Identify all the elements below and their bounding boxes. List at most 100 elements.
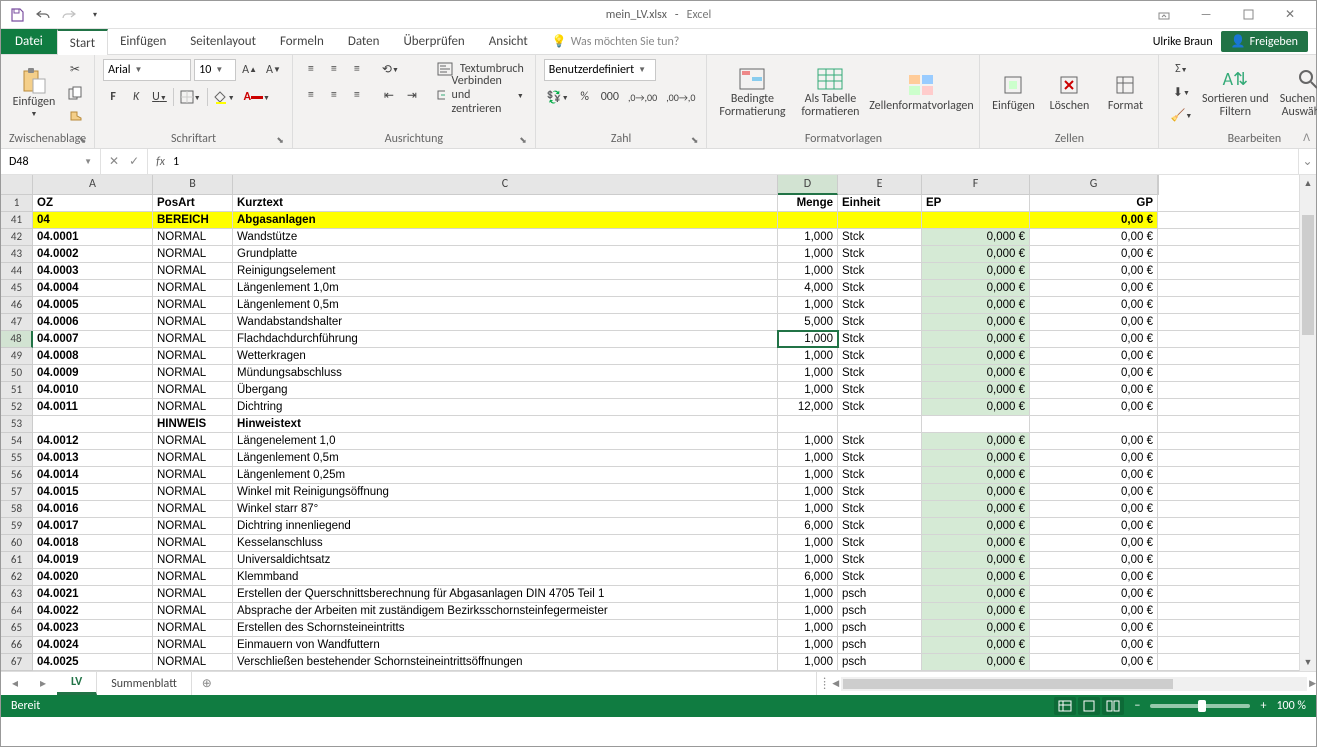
cell[interactable]: Menge xyxy=(778,195,838,211)
dialog-launcher-icon[interactable]: ⬊ xyxy=(276,135,284,146)
row-header[interactable]: 54 xyxy=(1,433,33,450)
cell[interactable]: 04.0022 xyxy=(33,603,153,619)
share-button[interactable]: 👤 Freigeben xyxy=(1221,31,1308,52)
cell[interactable]: 0,00 € xyxy=(1030,263,1158,279)
cell[interactable]: NORMAL xyxy=(153,484,233,500)
cell[interactable]: 1,000 xyxy=(778,501,838,517)
cell[interactable]: 0,000 € xyxy=(922,569,1030,585)
cell[interactable]: Wetterkragen xyxy=(233,348,778,364)
cell[interactable]: 04.0017 xyxy=(33,518,153,534)
column-header[interactable]: A xyxy=(33,175,153,195)
delete-cells-button[interactable]: Löschen xyxy=(1044,59,1094,125)
cancel-formula-icon[interactable]: ✕ xyxy=(109,154,119,169)
cell[interactable]: 04.0002 xyxy=(33,246,153,262)
cell[interactable]: Dichtring innenliegend xyxy=(233,518,778,534)
row-header[interactable]: 46 xyxy=(1,297,33,314)
cell[interactable]: 0,000 € xyxy=(922,229,1030,245)
cell[interactable]: NORMAL xyxy=(153,280,233,296)
tab-ansicht[interactable]: Ansicht xyxy=(477,29,540,54)
save-icon[interactable] xyxy=(7,5,27,25)
cell[interactable]: NORMAL xyxy=(153,246,233,262)
row-header[interactable]: 63 xyxy=(1,586,33,603)
cell[interactable]: 0,000 € xyxy=(922,348,1030,364)
cell[interactable]: 0,000 € xyxy=(922,535,1030,551)
cell[interactable]: NORMAL xyxy=(153,467,233,483)
cell[interactable]: 1,000 xyxy=(778,263,838,279)
cell[interactable]: 0,00 € xyxy=(1030,535,1158,551)
cell[interactable]: 0,00 € xyxy=(1030,314,1158,330)
cell[interactable]: psch xyxy=(838,654,922,670)
cell[interactable]: HINWEIS xyxy=(153,416,233,432)
cell[interactable]: 04.0003 xyxy=(33,263,153,279)
cell[interactable]: NORMAL xyxy=(153,450,233,466)
cell[interactable] xyxy=(33,416,153,432)
cell[interactable]: 0,00 € xyxy=(1030,467,1158,483)
redo-icon[interactable] xyxy=(59,5,79,25)
cell[interactable]: 04.0018 xyxy=(33,535,153,551)
cell[interactable]: NORMAL xyxy=(153,518,233,534)
hscroll-thumb[interactable] xyxy=(843,679,1173,689)
maximize-icon[interactable] xyxy=(1228,2,1268,28)
cell[interactable]: NORMAL xyxy=(153,620,233,636)
cell[interactable]: 0,00 € xyxy=(1030,331,1158,347)
cell[interactable]: Längenelement 1,0 xyxy=(233,433,778,449)
cell[interactable]: Wandabstandshalter xyxy=(233,314,778,330)
cell[interactable]: 04 xyxy=(33,212,153,228)
cell[interactable]: 0,00 € xyxy=(1030,620,1158,636)
tab-seitenlayout[interactable]: Seitenlayout xyxy=(178,29,268,54)
cell[interactable]: NORMAL xyxy=(153,552,233,568)
align-left-icon[interactable]: ≡ xyxy=(301,85,321,105)
cell[interactable]: 04.0005 xyxy=(33,297,153,313)
cell[interactable]: Erstellen der Querschnittsberechnung für… xyxy=(233,586,778,602)
cell[interactable]: NORMAL xyxy=(153,586,233,602)
cell[interactable]: psch xyxy=(838,586,922,602)
cell[interactable]: 0,000 € xyxy=(922,382,1030,398)
cell[interactable]: Hinweistext xyxy=(233,416,778,432)
cell[interactable]: 5,000 xyxy=(778,314,838,330)
format-cells-button[interactable]: Format xyxy=(1100,59,1150,125)
fill-icon[interactable]: ⬇ ▼ xyxy=(1167,82,1195,102)
cell[interactable]: 1,000 xyxy=(778,450,838,466)
cell[interactable]: 0,00 € xyxy=(1030,433,1158,449)
cell[interactable]: 0,000 € xyxy=(922,518,1030,534)
increase-decimal-icon[interactable]: ,0→,00 xyxy=(625,87,660,107)
cell[interactable]: Absprache der Arbeiten mit zuständigem B… xyxy=(233,603,778,619)
cell[interactable]: 04.0001 xyxy=(33,229,153,245)
cell[interactable]: NORMAL xyxy=(153,501,233,517)
cell[interactable]: 0,00 € xyxy=(1030,348,1158,364)
cell[interactable]: 0,000 € xyxy=(922,637,1030,653)
cell[interactable]: 0,000 € xyxy=(922,280,1030,296)
ribbon-options-icon[interactable] xyxy=(1144,2,1184,28)
cell[interactable]: Längenlement 0,25m xyxy=(233,467,778,483)
normal-view-icon[interactable] xyxy=(1054,697,1076,715)
cell[interactable]: Längenlement 0,5m xyxy=(233,450,778,466)
sheet-nav-prev-icon[interactable]: ◂ xyxy=(1,676,29,691)
column-header[interactable]: F xyxy=(922,175,1030,195)
cell[interactable]: 04.0011 xyxy=(33,399,153,415)
select-all-corner[interactable] xyxy=(1,175,33,195)
cell[interactable]: 0,000 € xyxy=(922,433,1030,449)
cell[interactable]: Erstellen des Schornsteineintritts xyxy=(233,620,778,636)
cell[interactable]: Klemmband xyxy=(233,569,778,585)
cell[interactable]: 0,00 € xyxy=(1030,518,1158,534)
cell[interactable]: Stck xyxy=(838,348,922,364)
cell[interactable]: NORMAL xyxy=(153,348,233,364)
cell[interactable]: Einmauern von Wandfuttern xyxy=(233,637,778,653)
zoom-in-icon[interactable]: + xyxy=(1260,699,1266,713)
cell[interactable]: Wandstütze xyxy=(233,229,778,245)
cell[interactable]: Stck xyxy=(838,399,922,415)
cell[interactable]: 1,000 xyxy=(778,365,838,381)
cell[interactable]: Mündungsabschluss xyxy=(233,365,778,381)
cell[interactable]: psch xyxy=(838,637,922,653)
cell[interactable] xyxy=(922,416,1030,432)
cell[interactable]: 0,00 € xyxy=(1030,246,1158,262)
cell[interactable]: NORMAL xyxy=(153,603,233,619)
tell-me-search[interactable]: 💡 Was möchten Sie tun? xyxy=(552,29,680,54)
column-header[interactable]: E xyxy=(838,175,922,195)
cell[interactable]: 1,000 xyxy=(778,467,838,483)
cell[interactable]: 6,000 xyxy=(778,518,838,534)
cell[interactable]: 0,000 € xyxy=(922,450,1030,466)
cell[interactable]: 0,00 € xyxy=(1030,586,1158,602)
dialog-launcher-icon[interactable]: ⬊ xyxy=(79,135,87,146)
cell[interactable]: Stck xyxy=(838,314,922,330)
